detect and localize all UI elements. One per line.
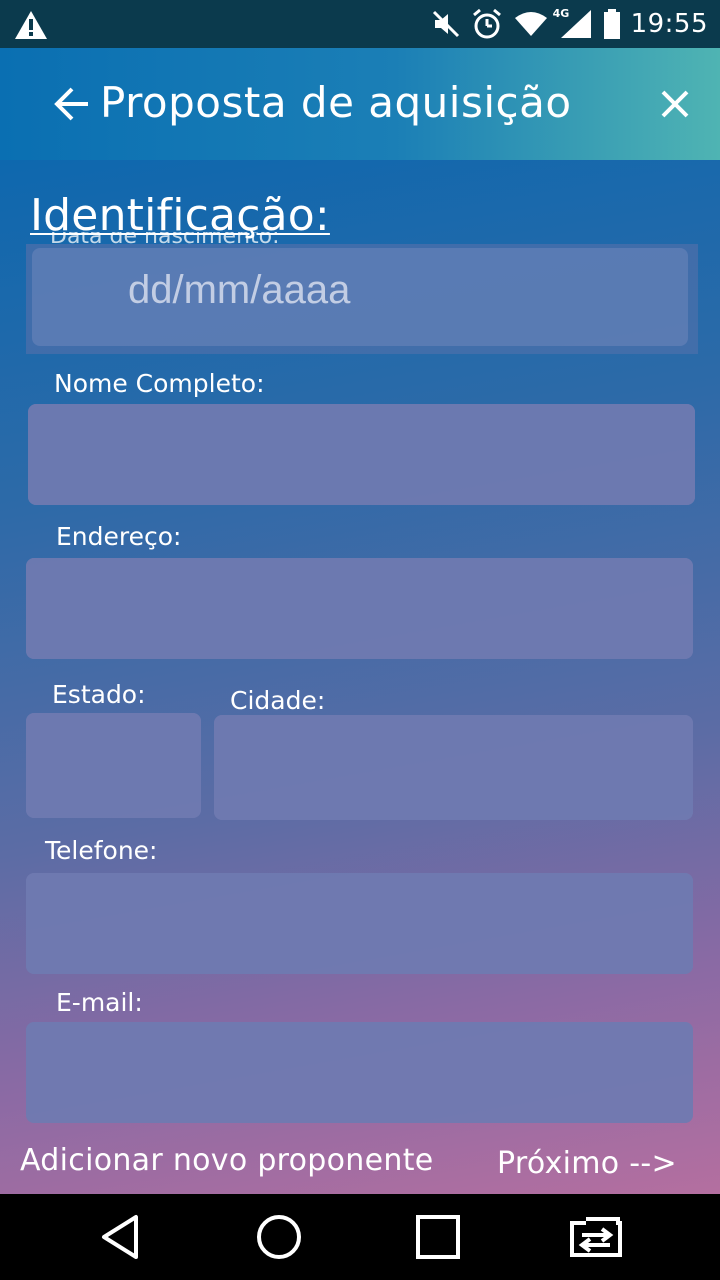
- arrow-left-icon[interactable]: [52, 84, 92, 124]
- warning-icon: [15, 11, 47, 39]
- full-name-field[interactable]: [28, 404, 695, 505]
- navigation-bar: [0, 1194, 720, 1280]
- page-title: Proposta de aquisição: [100, 78, 572, 127]
- signal-icon: 4G: [553, 7, 593, 39]
- alarm-icon: [472, 8, 501, 39]
- state-field[interactable]: [26, 713, 201, 818]
- date-of-birth-placeholder: dd/mm/aaaa: [128, 268, 351, 312]
- form-content: Data de nascimento: Identificação: dd/mm…: [0, 160, 720, 1194]
- add-proponent-button[interactable]: Adicionar novo proponente: [20, 1143, 434, 1178]
- address-field[interactable]: [26, 558, 693, 659]
- app-bar: Proposta de aquisição: [0, 48, 720, 160]
- switch-app-icon[interactable]: [568, 1209, 624, 1265]
- date-of-birth-input[interactable]: dd/mm/aaaa: [32, 248, 688, 346]
- status-bar: 4G 19:55: [0, 0, 720, 48]
- full-name-label: Nome Completo:: [54, 369, 265, 398]
- back-triangle-icon[interactable]: [96, 1209, 152, 1265]
- next-button[interactable]: Próximo -->: [497, 1146, 677, 1181]
- close-icon[interactable]: [658, 87, 700, 129]
- address-label: Endereço:: [56, 522, 182, 551]
- home-circle-icon[interactable]: [251, 1209, 307, 1265]
- phone-field[interactable]: [26, 873, 693, 974]
- status-time: 19:55: [630, 9, 708, 39]
- city-label: Cidade:: [230, 686, 326, 715]
- phone-label: Telefone:: [45, 836, 158, 865]
- recents-square-icon[interactable]: [410, 1209, 466, 1265]
- state-label: Estado:: [52, 680, 146, 709]
- city-field[interactable]: [214, 715, 693, 820]
- mute-icon: [432, 10, 459, 38]
- date-of-birth-container: dd/mm/aaaa: [26, 244, 698, 354]
- email-field[interactable]: [26, 1022, 693, 1123]
- status-icons: 4G 19:55: [431, 7, 708, 40]
- wifi-icon: [514, 12, 547, 36]
- section-title: Identificação:: [30, 190, 330, 241]
- email-label: E-mail:: [56, 988, 143, 1017]
- battery-icon: [603, 9, 620, 39]
